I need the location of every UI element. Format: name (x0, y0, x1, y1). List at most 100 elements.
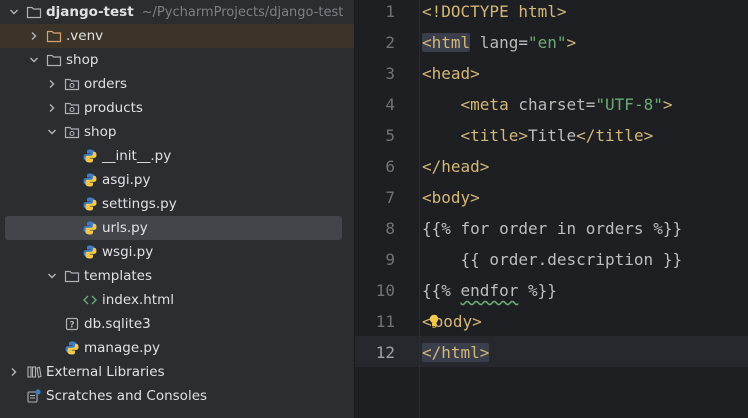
tree-item-label: index.html (102, 292, 174, 308)
chevron-down-icon[interactable] (28, 54, 40, 66)
code-line-9[interactable]: {{ order.description }} (422, 244, 683, 275)
tree-item-venv[interactable]: .venv (0, 24, 354, 48)
code-line-3[interactable]: <head> (422, 58, 480, 89)
template-tag-close-token: %}} (518, 281, 557, 300)
tree-item-manage-py[interactable]: manage.py (0, 336, 354, 360)
html-file-icon (82, 292, 98, 308)
code-line-4[interactable]: <meta charset="UTF-8"> (422, 89, 673, 120)
tree-item-orders[interactable]: orders (0, 72, 354, 96)
code-line-10[interactable]: {{% endfor %}} (422, 275, 557, 306)
equals-token: = (585, 95, 596, 114)
python-file-icon (82, 172, 98, 188)
code-line-5[interactable]: <title>Title</title> (422, 120, 654, 151)
line-number: 8 (385, 219, 395, 238)
folder-icon (46, 52, 62, 68)
endfor-keyword-token: endfor (460, 281, 519, 300)
html-open-tag-token: <html (422, 33, 471, 52)
tree-item-label: urls.py (102, 220, 148, 236)
tree-item-products[interactable]: products (0, 96, 354, 120)
project-tree: django-test ~/PycharmProjects/django-tes… (0, 0, 354, 418)
code-line-2[interactable]: <html lang="en"> (422, 27, 576, 58)
tree-item-settings-py[interactable]: settings.py (0, 192, 354, 216)
libraries-icon (26, 364, 42, 380)
chevron-right-icon[interactable] (28, 30, 40, 42)
tree-item-label: products (84, 100, 143, 116)
line-number: 11 (375, 312, 395, 331)
chevron-down-icon[interactable] (46, 126, 58, 138)
tree-item-label: orders (84, 76, 128, 92)
tree-item-scratches-and-consoles[interactable]: Scratches and Consoles (0, 384, 354, 408)
tree-item-label: shop (66, 52, 99, 68)
tree-item-index-html[interactable]: index.html (0, 288, 354, 312)
code-line-8[interactable]: {{% for order in orders %}} (422, 213, 682, 244)
package-folder-icon (64, 124, 80, 140)
doctype-token: <!DOCTYPE html> (422, 2, 567, 21)
template-variable-token: {{ order.description }} (422, 250, 683, 269)
tree-item-templates[interactable]: templates (0, 264, 354, 288)
template-tag-token: {{% for order in orders %}} (422, 219, 683, 238)
code-line-12[interactable]: </html> (422, 337, 490, 368)
tree-item-shop[interactable]: shop (0, 48, 354, 72)
tag-close-token: > (662, 95, 673, 114)
editor-gutter: 1 2 3 4 5 6 7 8 9 10 11 12 (355, 0, 420, 418)
tree-item-label: Scratches and Consoles (46, 388, 208, 404)
line-number: 7 (385, 188, 395, 207)
tree-item-label: templates (84, 268, 152, 284)
line-number-current: 12 (375, 343, 395, 362)
tree-item-label: db.sqlite3 (84, 316, 151, 332)
python-file-icon (64, 340, 80, 356)
chevron-right-icon[interactable] (46, 78, 58, 90)
text-token: Title (527, 126, 577, 145)
excluded-folder-icon (46, 28, 62, 44)
tree-item-asgi-py[interactable]: asgi.py (0, 168, 354, 192)
database-file-icon: ? (64, 316, 80, 332)
svg-text:?: ? (69, 321, 74, 331)
code-line-6[interactable]: </head> (422, 151, 489, 182)
package-folder-icon (64, 100, 80, 116)
line-number: 3 (385, 64, 395, 83)
head-close-tag-token: </head> (422, 157, 490, 176)
tree-item-label: .venv (66, 28, 104, 44)
code-line-11[interactable]: < body> (422, 306, 482, 337)
tree-root-django-test[interactable]: django-test ~/PycharmProjects/django-tes… (0, 0, 354, 24)
chevron-right-icon[interactable] (46, 102, 58, 114)
body-tag-token: body> (433, 312, 482, 331)
meta-tag-token: <meta (460, 95, 509, 114)
tree-item-urls-py[interactable]: urls.py (5, 216, 342, 240)
tree-item-label: manage.py (84, 340, 160, 356)
python-file-icon (82, 148, 98, 164)
equals-token: = (518, 33, 528, 52)
python-file-icon (82, 220, 98, 236)
tree-item-db-sqlite3[interactable]: ? db.sqlite3 (0, 312, 354, 336)
attr-name-token: charset (508, 95, 586, 114)
scratches-icon (26, 388, 42, 404)
line-number: 1 (385, 2, 395, 21)
tree-root-label: django-test (46, 4, 134, 20)
tree-item-label: wsgi.py (102, 244, 154, 260)
attr-value-token: "en" (527, 33, 567, 52)
line-number: 4 (385, 95, 395, 114)
tree-item-wsgi-py[interactable]: wsgi.py (0, 240, 354, 264)
line-number: 2 (385, 33, 395, 52)
indent-token (422, 95, 461, 114)
lightbulb-icon[interactable] (428, 308, 440, 328)
title-close-tag-token: </title> (576, 126, 654, 145)
folder-icon (26, 4, 42, 20)
code-editor[interactable]: <!DOCTYPE html> <html lang="en"> <head> … (420, 0, 748, 418)
code-line-7[interactable]: <body> (422, 182, 480, 213)
chevron-down-icon[interactable] (46, 270, 58, 282)
tree-item-label: __init__.py (102, 148, 172, 164)
attr-value-token: "UTF-8" (595, 95, 663, 114)
indent-token (422, 126, 461, 145)
chevron-right-icon[interactable] (8, 366, 20, 378)
tree-item-init-py[interactable]: __init__.py (0, 144, 354, 168)
code-line-1[interactable]: <!DOCTYPE html> (422, 0, 567, 27)
tree-item-label: settings.py (102, 196, 177, 212)
attr-name-token: lang (470, 33, 519, 52)
line-number: 10 (375, 281, 395, 300)
tag-close-token: > (566, 33, 577, 52)
tree-item-label: External Libraries (46, 364, 165, 380)
tree-item-external-libraries[interactable]: External Libraries (0, 360, 354, 384)
chevron-down-icon[interactable] (8, 6, 20, 18)
tree-item-shop-package[interactable]: shop (0, 120, 354, 144)
